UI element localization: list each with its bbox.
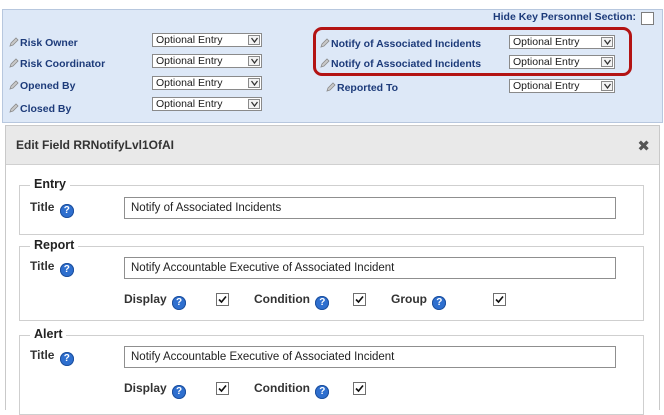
alert-group: Alert Title ? Display ? Condition ? xyxy=(19,327,644,415)
help-icon[interactable]: ? xyxy=(315,296,330,310)
help-icon[interactable]: ? xyxy=(432,296,447,310)
hide-key-personnel-checkbox[interactable] xyxy=(641,12,654,25)
alert-title-label: Title xyxy=(30,348,55,362)
checkmark-icon xyxy=(218,295,227,304)
hide-key-personnel-label: Hide Key Personnel Section: xyxy=(493,11,636,23)
risk-coordinator-select[interactable]: Optional Entry xyxy=(152,54,262,68)
pencil-icon xyxy=(326,82,336,92)
help-icon[interactable]: ? xyxy=(59,263,74,277)
checkmark-icon xyxy=(355,295,364,304)
alert-title-input[interactable] xyxy=(124,346,616,368)
key-personnel-form: Hide Key Personnel Section: Risk Owner O… xyxy=(0,0,664,125)
field-row-risk-owner: Risk Owner Optional Entry xyxy=(9,33,309,49)
help-icon[interactable]: ? xyxy=(315,385,330,399)
alert-display-label: Display xyxy=(124,381,167,395)
report-condition-label: Condition xyxy=(254,292,310,306)
report-group-label: Group xyxy=(391,292,427,306)
risk-owner-select[interactable]: Optional Entry xyxy=(152,33,262,47)
closed-by-select[interactable]: Optional Entry xyxy=(152,97,262,111)
entry-legend: Entry xyxy=(30,177,70,191)
report-title-label: Title xyxy=(30,259,55,273)
pencil-icon xyxy=(9,58,19,68)
checkmark-icon xyxy=(355,384,364,393)
report-group: Report Title ? Display ? Condition ? Gro… xyxy=(19,238,644,321)
edit-field-dialog: Edit Field RRNotifyLvl1OfAI ✖ Entry Titl… xyxy=(5,125,660,415)
highlight-callout xyxy=(313,27,632,76)
field-label: Closed By xyxy=(20,103,72,115)
alert-condition-checkbox[interactable] xyxy=(353,382,366,395)
pencil-icon xyxy=(9,37,19,47)
help-icon[interactable]: ? xyxy=(172,296,187,310)
chevron-down-icon[interactable] xyxy=(601,81,613,91)
help-icon[interactable]: ? xyxy=(59,352,74,366)
close-icon[interactable]: ✖ xyxy=(637,137,650,155)
field-label: Risk Owner xyxy=(20,37,78,49)
alert-condition-label: Condition xyxy=(254,381,310,395)
chevron-down-icon[interactable] xyxy=(248,56,260,66)
field-label: Opened By xyxy=(20,80,76,92)
alert-display-checkbox[interactable] xyxy=(216,382,229,395)
chevron-down-icon[interactable] xyxy=(248,78,260,88)
field-label: Risk Coordinator xyxy=(20,58,106,70)
report-display-label: Display xyxy=(124,292,167,306)
entry-title-input[interactable] xyxy=(124,197,616,219)
pencil-icon xyxy=(9,103,19,113)
alert-legend: Alert xyxy=(30,327,67,341)
report-legend: Report xyxy=(30,238,79,252)
report-title-input[interactable] xyxy=(124,257,616,279)
help-icon[interactable]: ? xyxy=(59,204,74,218)
entry-title-label: Title xyxy=(30,200,55,214)
dialog-title: Edit Field RRNotifyLvl1OfAI xyxy=(16,138,175,152)
chevron-down-icon[interactable] xyxy=(248,35,260,45)
field-row-risk-coordinator: Risk Coordinator Optional Entry xyxy=(9,54,309,70)
field-row-reported-to: Reported To Optional Entry xyxy=(326,79,626,95)
checkmark-icon xyxy=(218,384,227,393)
entry-group: Entry Title ? xyxy=(19,177,644,235)
reported-to-select[interactable]: Optional Entry xyxy=(509,79,615,93)
dialog-body: Entry Title ? Report Title ? Display ? C… xyxy=(6,165,659,415)
report-display-checkbox[interactable] xyxy=(216,293,229,306)
checkmark-icon xyxy=(495,295,504,304)
dialog-header: Edit Field RRNotifyLvl1OfAI ✖ xyxy=(6,126,659,165)
report-group-checkbox[interactable] xyxy=(493,293,506,306)
pencil-icon xyxy=(9,80,19,90)
help-icon[interactable]: ? xyxy=(172,385,187,399)
field-label: Reported To xyxy=(337,82,399,94)
opened-by-select[interactable]: Optional Entry xyxy=(152,76,262,90)
field-row-opened-by: Opened By Optional Entry xyxy=(9,76,309,92)
field-row-closed-by: Closed By Optional Entry xyxy=(9,97,309,115)
chevron-down-icon[interactable] xyxy=(248,99,260,109)
hide-key-personnel-row: Hide Key Personnel Section: xyxy=(0,11,660,25)
report-condition-checkbox[interactable] xyxy=(353,293,366,306)
